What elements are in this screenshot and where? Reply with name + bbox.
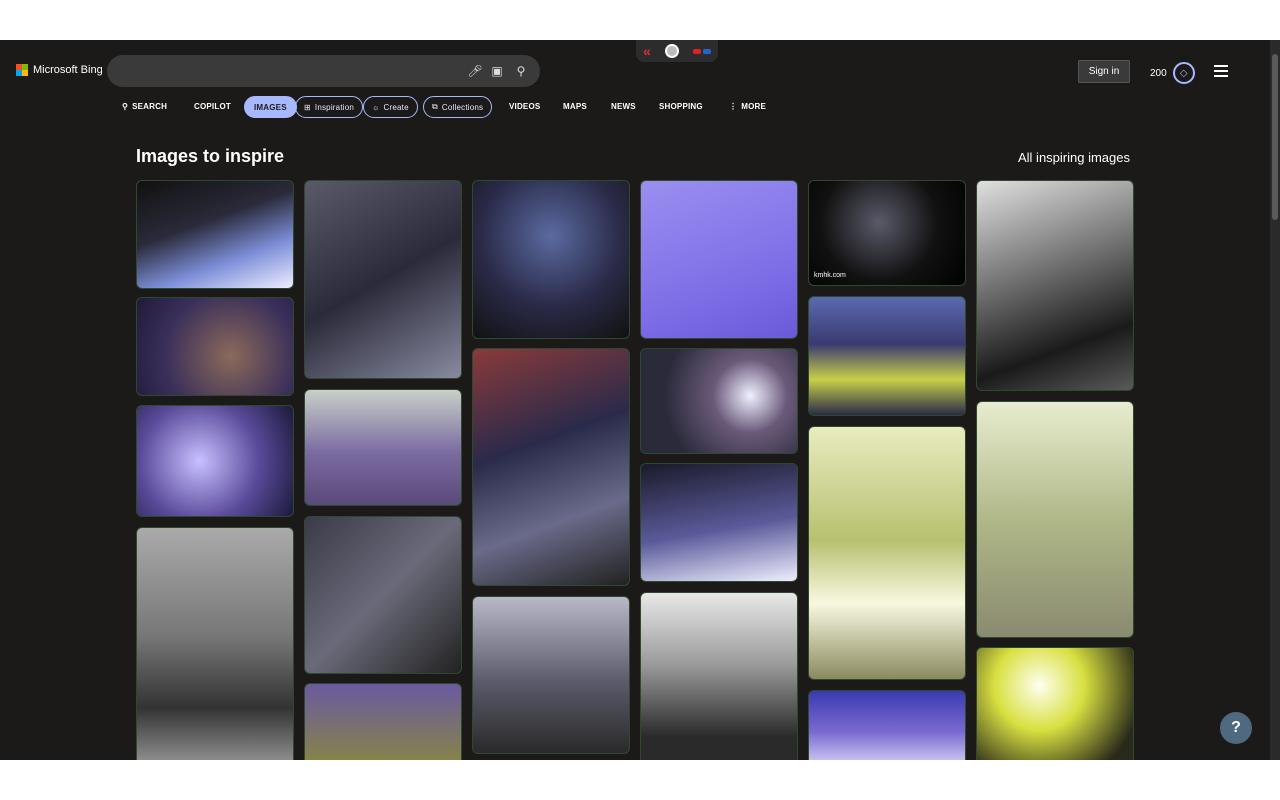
tab-images[interactable]: IMAGES — [244, 96, 297, 118]
image-tile[interactable] — [808, 296, 966, 416]
tab-shopping[interactable]: SHOPPING — [659, 96, 703, 116]
visual-search-icon[interactable]: ▣ — [489, 63, 505, 79]
microsoft-logo-icon — [16, 64, 28, 76]
rewards-points[interactable]: 200 ◇ — [1150, 62, 1195, 84]
tab-copilot[interactable]: COPILOT — [194, 96, 231, 116]
image-tile[interactable] — [304, 180, 462, 379]
help-button[interactable]: ? — [1220, 712, 1252, 744]
image-tile[interactable] — [304, 683, 462, 760]
bing-images-page: Microsoft Bing 🎤︎ ▣ ⚲ « Sign in 200 ◇ ⚲ S… — [0, 40, 1280, 760]
more-dots-icon: ⋮ — [729, 101, 738, 111]
image-tile[interactable] — [976, 647, 1134, 760]
tab-create[interactable]: ☼ Create — [363, 96, 418, 118]
image-tile[interactable] — [136, 527, 294, 760]
tab-videos[interactable]: VIDEOS — [509, 96, 540, 116]
image-tile[interactable] — [136, 297, 294, 396]
image-tile[interactable] — [808, 426, 966, 680]
image-tile[interactable] — [976, 180, 1134, 391]
image-tile[interactable] — [640, 592, 798, 760]
image-tile[interactable] — [304, 516, 462, 674]
3d-glasses-icon[interactable] — [692, 48, 711, 54]
tab-inspiration[interactable]: ⊞ Inspiration — [295, 96, 364, 118]
hamburger-menu-icon[interactable] — [1214, 65, 1228, 80]
sign-in-button[interactable]: Sign in — [1078, 60, 1130, 83]
bing-logo[interactable]: Microsoft Bing — [16, 64, 103, 76]
image-tile[interactable] — [472, 596, 630, 754]
rewards-trophy-icon: ◇ — [1172, 62, 1195, 84]
image-tile[interactable] — [136, 180, 294, 289]
tab-search[interactable]: ⚲ SEARCH — [122, 96, 167, 116]
scrollbar[interactable] — [1270, 40, 1280, 760]
tab-more[interactable]: ⋮ MORE — [729, 96, 766, 116]
image-tile[interactable] — [976, 401, 1134, 638]
search-icon: ⚲ — [122, 101, 129, 111]
image-tile[interactable] — [640, 348, 798, 454]
create-icon: ☼ — [372, 102, 380, 112]
image-tile[interactable] — [808, 690, 966, 760]
image-tile[interactable]: kmhk.com — [808, 180, 966, 286]
tab-news[interactable]: NEWS — [611, 96, 636, 116]
inspiration-icon: ⊞ — [304, 102, 311, 112]
extension-toolbar: « — [636, 40, 718, 62]
image-tile[interactable] — [640, 180, 798, 339]
record-icon[interactable] — [664, 44, 679, 58]
mic-icon[interactable]: 🎤︎ — [467, 63, 483, 79]
collections-icon: ⧉ — [432, 102, 438, 111]
all-inspiring-images-link[interactable]: All inspiring images — [1018, 150, 1130, 165]
search-box[interactable]: 🎤︎ ▣ ⚲ — [107, 55, 540, 87]
image-tile[interactable] — [472, 180, 630, 339]
tab-collections[interactable]: ⧉ Collections — [423, 96, 493, 118]
back-arrows-icon[interactable]: « — [643, 43, 651, 59]
brand-name: Microsoft Bing — [33, 64, 103, 76]
points-count: 200 — [1150, 67, 1167, 79]
nav-tabs: ⚲ SEARCH COPILOT IMAGES ⊞ Inspiration ☼ Cre… — [0, 96, 900, 118]
image-tile[interactable] — [304, 389, 462, 506]
scrollbar-thumb[interactable] — [1272, 54, 1278, 220]
tab-maps[interactable]: MAPS — [563, 96, 587, 116]
image-tile[interactable] — [472, 348, 630, 586]
image-tile[interactable] — [136, 405, 294, 517]
image-tile[interactable] — [640, 463, 798, 582]
page-title: Images to inspire — [136, 146, 285, 166]
search-icon[interactable]: ⚲ — [513, 63, 529, 79]
